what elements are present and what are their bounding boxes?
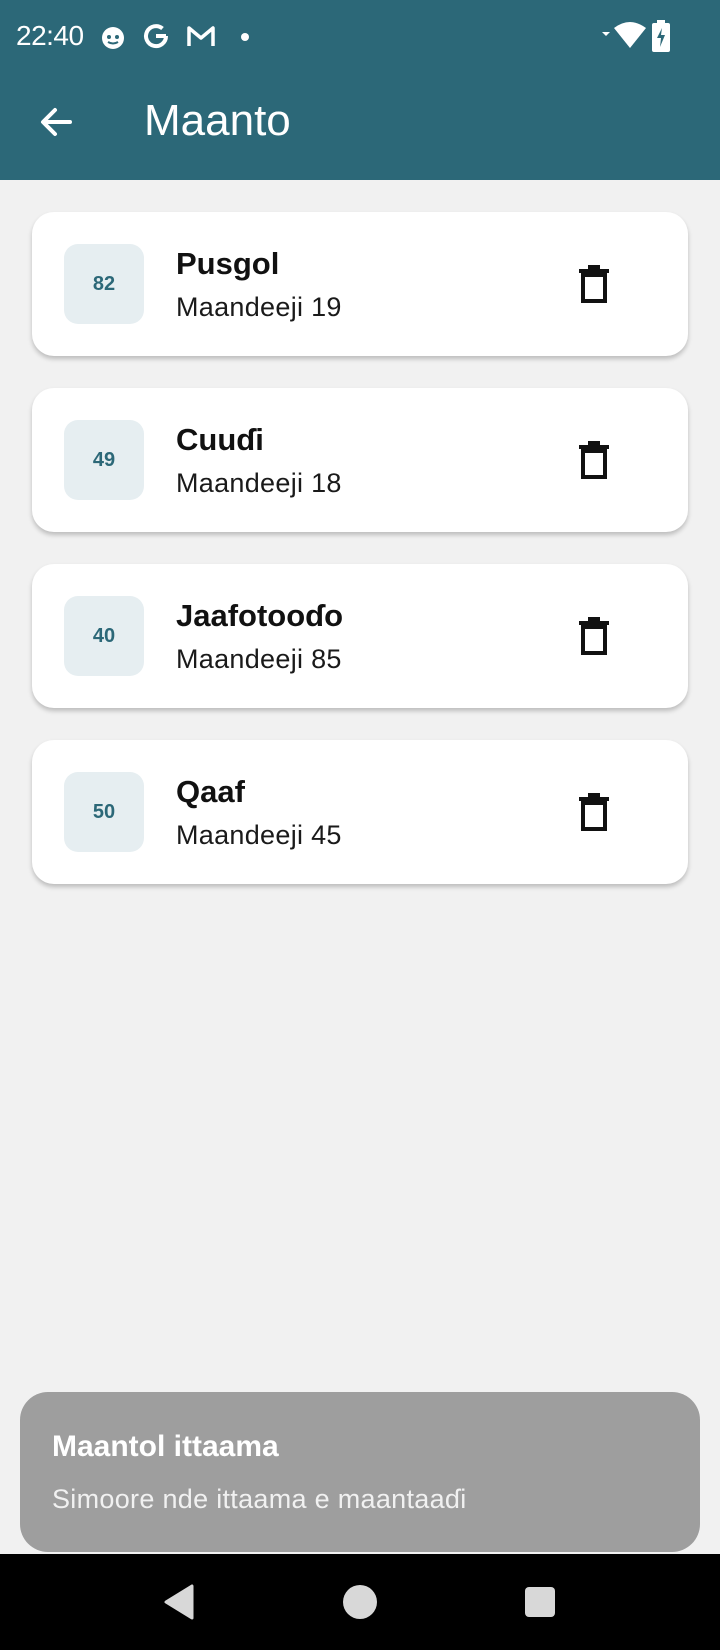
delete-button[interactable] [568, 258, 620, 310]
list-item[interactable]: 40 Jaafotooɗo Maandeeji 85 [32, 564, 688, 708]
list-item[interactable]: 82 Pusgol Maandeeji 19 [32, 212, 688, 356]
list-item[interactable]: 50 Qaaf Maandeeji 45 [32, 740, 688, 884]
app-header: 22:40 Maanto [0, 0, 720, 180]
status-time: 22:40 [16, 20, 84, 51]
list-item[interactable]: 49 Cuuɗi Maandeeji 18 [32, 388, 688, 532]
item-subtitle: Maandeeji 18 [176, 468, 342, 498]
trash-icon [579, 265, 609, 303]
trash-icon [579, 441, 609, 479]
page-title: Maanto [144, 96, 291, 145]
arrow-left-icon [41, 108, 72, 136]
item-subtitle: Maandeeji 85 [176, 644, 342, 674]
gmail-icon [187, 26, 215, 46]
system-nav-bar [0, 1554, 720, 1650]
item-subtitle: Maandeeji 19 [176, 292, 342, 322]
delete-button[interactable] [568, 434, 620, 486]
item-number-badge: 49 [64, 420, 144, 500]
item-subtitle: Maandeeji 45 [176, 820, 342, 850]
wifi-icon [602, 22, 646, 48]
trash-icon [579, 793, 609, 831]
delete-button[interactable] [568, 610, 620, 662]
cat-face-icon [102, 27, 124, 49]
item-title: Qaaf [176, 774, 245, 809]
google-g-icon [144, 24, 169, 49]
item-title: Pusgol [176, 246, 280, 281]
item-title: Jaafotooɗo [176, 598, 344, 633]
back-button[interactable] [30, 96, 82, 148]
battery-charging-icon [652, 20, 670, 52]
trash-icon [579, 617, 609, 655]
item-number-badge: 82 [64, 244, 144, 324]
item-number-badge: 40 [64, 596, 144, 676]
snackbar-title: Maantol ittaama [52, 1430, 279, 1463]
snackbar-message: Simoore nde ittaama e maantaaɗi [52, 1484, 467, 1514]
item-list: 82 Pusgol Maandeeji 19 49 Cuuɗi Maandeej… [32, 212, 688, 916]
recents-square-icon[interactable] [518, 1580, 562, 1624]
item-title: Cuuɗi [176, 422, 264, 457]
snackbar[interactable]: Maantol ittaama Simoore nde ittaama e ma… [20, 1392, 700, 1552]
home-circle-icon[interactable] [338, 1580, 382, 1624]
dot-icon [241, 33, 249, 41]
item-number-badge: 50 [64, 772, 144, 852]
status-bar: 22:40 [0, 0, 720, 74]
back-triangle-icon[interactable] [158, 1580, 202, 1624]
delete-button[interactable] [568, 786, 620, 838]
